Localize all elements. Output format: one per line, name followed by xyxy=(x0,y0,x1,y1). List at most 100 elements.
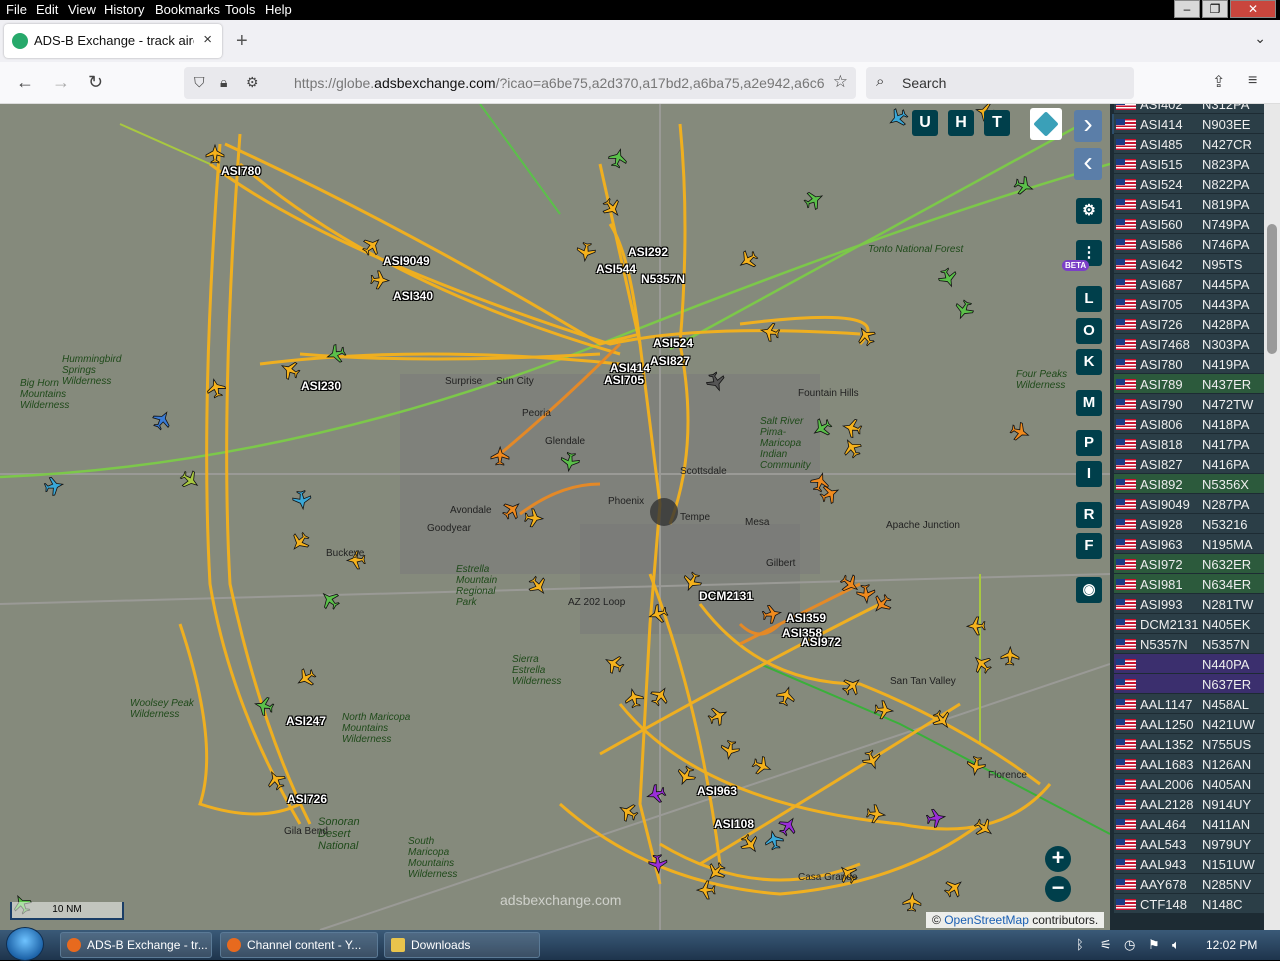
flight-label-asi359[interactable]: ASI359 xyxy=(786,611,826,625)
aircraft-row[interactable]: ASI515 N823PA xyxy=(1114,154,1264,174)
minimize-button[interactable]: – xyxy=(1174,0,1200,18)
menu-edit[interactable]: Edit xyxy=(36,2,58,17)
scrollbar-thumb[interactable] xyxy=(1267,224,1277,354)
reload-icon[interactable]: ↻ xyxy=(88,72,103,93)
aircraft-row[interactable]: ASI993 N281TW xyxy=(1114,594,1264,614)
toggle-r-button[interactable]: R xyxy=(1076,502,1102,528)
clock-tray-icon[interactable]: ◷ xyxy=(1124,937,1135,953)
aircraft-row[interactable]: ASI892 N5356X xyxy=(1114,474,1264,494)
flight-label-asi340[interactable]: ASI340 xyxy=(393,289,433,303)
aircraft-row[interactable]: ASI780 N419PA xyxy=(1114,354,1264,374)
aircraft-row[interactable]: AAL464 N411AN xyxy=(1114,814,1264,834)
aircraft-row[interactable]: ASI789 N437ER xyxy=(1114,374,1264,394)
tab-close-icon[interactable]: × xyxy=(203,31,212,48)
extensions-icon[interactable]: ⇪ xyxy=(1212,72,1225,92)
next-arrow-button[interactable]: › xyxy=(1074,110,1102,142)
aircraft-row[interactable]: N637ER xyxy=(1114,674,1264,694)
forward-arrow-icon[interactable]: → xyxy=(52,72,70,93)
menu-history[interactable]: History xyxy=(104,2,144,17)
flight-label-asi705[interactable]: ASI705 xyxy=(604,373,644,387)
toggle-p-button[interactable]: P xyxy=(1076,430,1102,456)
permissions-icon[interactable]: ⚙︎ xyxy=(246,74,259,91)
aircraft-row[interactable]: ASI981 N634ER xyxy=(1114,574,1264,594)
aircraft-row[interactable]: ASI928 N53216 xyxy=(1114,514,1264,534)
flight-label-asi544[interactable]: ASI544 xyxy=(596,262,636,276)
start-button[interactable] xyxy=(6,927,44,961)
aircraft-row[interactable]: ASI687 N445PA xyxy=(1114,274,1264,294)
aircraft-row[interactable]: AAL943 N151UW xyxy=(1114,854,1264,874)
menu-tools[interactable]: Tools xyxy=(225,2,255,17)
flight-label-asi108[interactable]: ASI108 xyxy=(714,817,754,831)
flight-label-asi247[interactable]: ASI247 xyxy=(286,714,326,728)
toggle-o-button[interactable]: O xyxy=(1076,318,1102,344)
search-box[interactable]: ⌕ Search xyxy=(866,67,1134,99)
openstreetmap-link[interactable]: OpenStreetMap xyxy=(944,913,1029,927)
flight-label-asi9049[interactable]: ASI9049 xyxy=(383,254,430,268)
toggle-l-button[interactable]: L xyxy=(1076,286,1102,312)
aircraft-row[interactable]: CTF148 N148C xyxy=(1114,894,1264,914)
flight-label-asi292[interactable]: ASI292 xyxy=(628,245,668,259)
toggle-t-button[interactable]: T xyxy=(984,110,1010,136)
flight-label-asi780[interactable]: ASI780 xyxy=(221,164,261,178)
maximize-button[interactable]: ❐ xyxy=(1202,0,1228,18)
taskbar-item-downloads[interactable]: Downloads xyxy=(384,932,540,958)
aircraft-row[interactable]: AAL1683 N126AN xyxy=(1114,754,1264,774)
aircraft-list[interactable]: ◂▸ ASI402N312PAASI414N903EEASI485N427CRA… xyxy=(1110,104,1280,930)
aircraft-row[interactable]: ASI586 N746PA xyxy=(1114,234,1264,254)
toggle-f-button[interactable]: F xyxy=(1076,533,1102,559)
replay-icon[interactable]: ◉ xyxy=(1076,577,1102,603)
url-text[interactable]: https://globe.adsbexchange.com/?icao=a6b… xyxy=(294,75,824,91)
aircraft-row[interactable]: ASI818 N417PA xyxy=(1114,434,1264,454)
map-svg[interactable] xyxy=(0,104,1110,930)
lock-icon[interactable]: 🔒︎ xyxy=(220,74,227,91)
flight-label-dcm2131[interactable]: DCM2131 xyxy=(699,589,753,603)
aircraft-row[interactable]: ASI7468 N303PA xyxy=(1114,334,1264,354)
aircraft-row[interactable]: AAY678 N285NV xyxy=(1114,874,1264,894)
aircraft-list-scrollbar[interactable] xyxy=(1264,104,1280,930)
aircraft-row[interactable]: ASI524 N822PA xyxy=(1114,174,1264,194)
toggle-k-button[interactable]: K xyxy=(1076,349,1102,375)
bluetooth-icon[interactable]: ᛒ xyxy=(1076,937,1084,952)
aircraft-row[interactable]: AAL2006 N405AN xyxy=(1114,774,1264,794)
aircraft-row[interactable]: ASI402 N312PA xyxy=(1114,104,1264,114)
menu-bookmarks[interactable]: Bookmarks xyxy=(155,2,220,17)
menu-file[interactable]: File xyxy=(6,2,27,17)
volume-icon[interactable]: 🔈︎ xyxy=(1172,937,1180,953)
bookmark-star-icon[interactable]: ☆ xyxy=(833,72,848,92)
settings-gear-icon[interactable]: ⚙ xyxy=(1076,198,1102,224)
aircraft-row[interactable]: ASI963 N195MA xyxy=(1114,534,1264,554)
taskbar-item-adsb[interactable]: ADS-B Exchange - tr... xyxy=(60,932,212,958)
aircraft-row[interactable]: ASI9049 N287PA xyxy=(1114,494,1264,514)
aircraft-row[interactable]: AAL1147 N458AL xyxy=(1114,694,1264,714)
menu-help[interactable]: Help xyxy=(265,2,292,17)
aircraft-row[interactable]: AAL543 N979UY xyxy=(1114,834,1264,854)
zoom-out-button[interactable]: − xyxy=(1045,876,1071,902)
flight-label-asi230[interactable]: ASI230 xyxy=(301,379,341,393)
flight-label-n5357n[interactable]: N5357N xyxy=(641,272,685,286)
tracking-protection-icon[interactable]: ⛉ xyxy=(194,74,205,91)
hamburger-menu-icon[interactable]: ≡ xyxy=(1248,72,1257,90)
toggle-i-button[interactable]: I xyxy=(1076,461,1102,487)
network-icon[interactable]: ⚟ xyxy=(1100,937,1112,953)
aircraft-row[interactable]: N5357N N5357N xyxy=(1114,634,1264,654)
aircraft-row[interactable]: ASI827 N416PA xyxy=(1114,454,1264,474)
new-tab-button[interactable]: + xyxy=(236,30,248,53)
aircraft-row[interactable]: ASI972 N632ER xyxy=(1114,554,1264,574)
aircraft-row[interactable]: DCM2131 N405EK xyxy=(1114,614,1264,634)
aircraft-row[interactable]: ASI790 N472TW xyxy=(1114,394,1264,414)
aircraft-row[interactable]: ASI414 N903EE xyxy=(1114,114,1264,134)
aircraft-row[interactable]: AAL1352 N755US xyxy=(1114,734,1264,754)
aircraft-row[interactable]: ASI560 N749PA xyxy=(1114,214,1264,234)
toggle-h-button[interactable]: H xyxy=(948,110,974,136)
flight-label-asi972[interactable]: ASI972 xyxy=(801,635,841,649)
flight-label-asi726[interactable]: ASI726 xyxy=(287,792,327,806)
aircraft-row[interactable]: ASI806 N418PA xyxy=(1114,414,1264,434)
flight-label-asi524[interactable]: ASI524 xyxy=(653,336,693,350)
aircraft-row[interactable]: ASI705 N443PA xyxy=(1114,294,1264,314)
taskbar-item-channel[interactable]: Channel content - Y... xyxy=(220,932,378,958)
aircraft-row[interactable]: N440PA xyxy=(1114,654,1264,674)
aircraft-row[interactable]: ASI726 N428PA xyxy=(1114,314,1264,334)
flight-label-asi827[interactable]: ASI827 xyxy=(650,354,690,368)
close-window-button[interactable]: ✕ xyxy=(1230,0,1276,18)
aircraft-row[interactable]: ASI541 N819PA xyxy=(1114,194,1264,214)
